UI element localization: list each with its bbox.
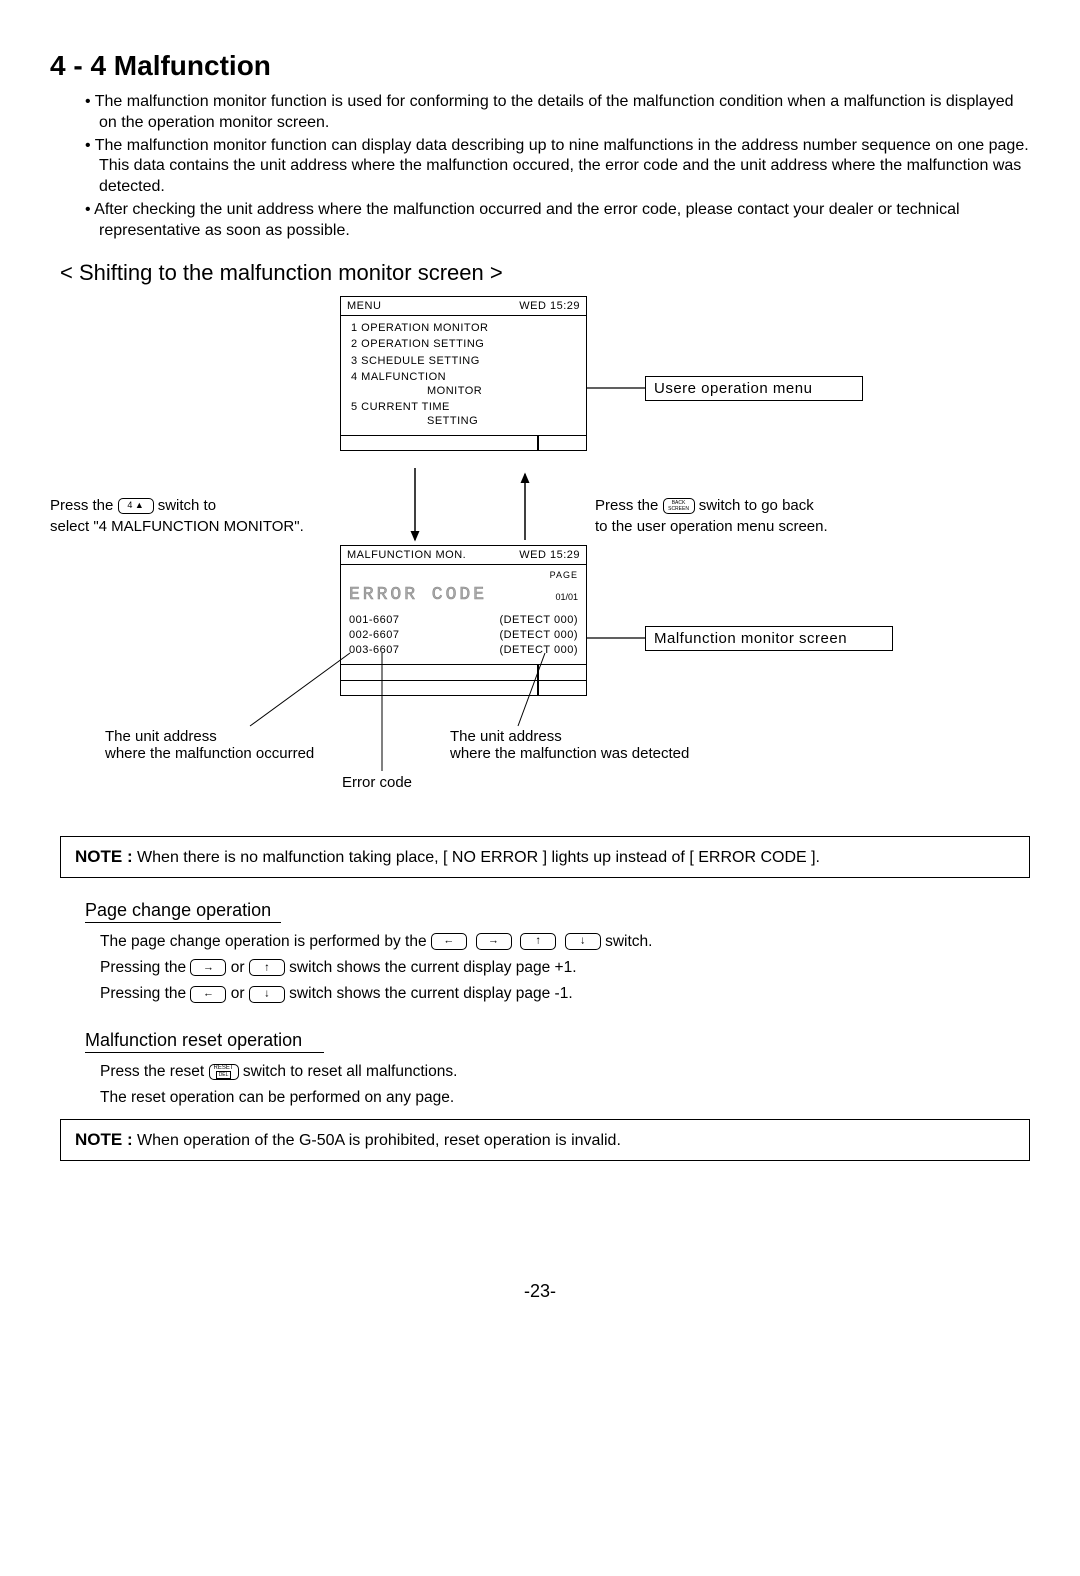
reset-title: Malfunction reset operation xyxy=(85,1030,324,1053)
rs-l1b: switch to reset all malfunctions. xyxy=(239,1063,458,1080)
mal-row-1: 001-6607 (DETECT 000) xyxy=(349,613,578,628)
mal-page-value: 01/01 xyxy=(555,591,578,603)
pc-l2a: Pressing the xyxy=(100,959,190,976)
note1-text: When there is no malfunction taking plac… xyxy=(133,849,820,866)
mal-footer xyxy=(341,664,586,695)
page-number: -23- xyxy=(50,1281,1030,1302)
mal-row-2: 002-6607 (DETECT 000) xyxy=(349,628,578,643)
page-change-title: Page change operation xyxy=(85,900,281,923)
bullet-1: • The malfunction monitor function is us… xyxy=(85,92,1030,134)
page-change-line3: Pressing the or switch shows the current… xyxy=(100,981,1030,1007)
usermenu-label-box: Usere operation menu xyxy=(645,376,863,401)
note2-bold: NOTE : xyxy=(75,1130,133,1149)
note1-bold: NOTE : xyxy=(75,847,133,866)
arrow-up-icon-2 xyxy=(249,959,285,976)
note2-text: When operation of the G-50A is prohibite… xyxy=(133,1132,621,1149)
right-instruction: Press the BACKSCREEN switch to go back t… xyxy=(595,495,905,537)
right-instr-pre: Press the xyxy=(595,497,663,514)
page-change-section: Page change operation The page change op… xyxy=(85,900,1030,1008)
reset-line2: The reset operation can be performed on … xyxy=(100,1085,1030,1111)
callout-unit-occurred: The unit address where the malfunction o… xyxy=(105,728,365,762)
rs-l1a: Press the reset xyxy=(100,1063,209,1080)
arrow-left-icon-2 xyxy=(190,986,226,1003)
malmon-label-box: Malfunction monitor screen xyxy=(645,626,893,651)
callout-error-code: Error code xyxy=(342,774,412,791)
page-change-line2: Pressing the or switch shows the current… xyxy=(100,955,1030,981)
callout-unit-detected: The unit address where the malfunction w… xyxy=(450,728,750,762)
arrow-down-icon-2 xyxy=(249,986,285,1003)
pc-l3c: switch shows the current display page -1… xyxy=(285,985,573,1002)
menu-header-left: MENU xyxy=(347,300,381,312)
arrow-left-icon xyxy=(431,933,467,950)
arrow-up-icon xyxy=(520,933,556,950)
menu-header-right: WED 15:29 xyxy=(519,300,580,312)
callout-uo-2: where the malfunction occurred xyxy=(105,745,314,762)
subheading: < Shifting to the malfunction monitor sc… xyxy=(60,260,1030,286)
menu-item-2: 2 OPERATION SETTING xyxy=(351,336,576,353)
page-title: 4 - 4 Malfunction xyxy=(50,50,1030,82)
malfunction-screen: MALFUNCTION MON. WED 15:29 PAGE ERROR CO… xyxy=(340,545,587,696)
left-instruction: Press the 4 ▲ switch to select "4 MALFUN… xyxy=(50,495,330,537)
mal-addr-2: 002-6607 xyxy=(349,628,400,643)
right-instr-post: switch to go back xyxy=(695,497,814,514)
bullet-2: • The malfunction monitor function can d… xyxy=(85,136,1030,198)
mal-header-left: MALFUNCTION MON. xyxy=(347,549,466,561)
pc-l1b: switch. xyxy=(601,933,653,950)
callout-uo-1: The unit address xyxy=(105,728,217,745)
left-instr-pre: Press the xyxy=(50,497,118,514)
arrow-right-icon xyxy=(476,933,512,950)
pc-l3a: Pressing the xyxy=(100,985,190,1002)
error-code-label: ERROR CODE xyxy=(349,583,487,607)
bullet-3: • After checking the unit address where … xyxy=(85,200,1030,242)
mal-detect-1: (DETECT 000) xyxy=(499,613,578,628)
mal-addr-3: 003-6607 xyxy=(349,643,400,658)
menu-item-3: 3 SCHEDULE SETTING xyxy=(351,353,576,370)
mal-row-3: 003-6607 (DETECT 000) xyxy=(349,643,578,658)
page-change-line1: The page change operation is performed b… xyxy=(100,929,1030,955)
reset-key-icon: RESETDEL xyxy=(209,1064,239,1080)
intro-bullets: • The malfunction monitor function is us… xyxy=(85,92,1030,242)
note-1: NOTE : When there is no malfunction taki… xyxy=(60,836,1030,878)
right-instr-line2: to the user operation menu screen. xyxy=(595,518,828,535)
pc-l2b: or xyxy=(226,959,248,976)
mal-page-label: PAGE xyxy=(550,570,578,580)
reset-section: Malfunction reset operation Press the re… xyxy=(85,1030,1030,1112)
mal-header-right: WED 15:29 xyxy=(519,549,580,561)
left-instr-line2: select "4 MALFUNCTION MONITOR". xyxy=(50,518,304,535)
menu-item-1: 1 OPERATION MONITOR xyxy=(351,320,576,337)
mal-detect-3: (DETECT 000) xyxy=(499,643,578,658)
pc-l2c: switch shows the current display page +1… xyxy=(285,959,577,976)
left-instr-post: switch to xyxy=(154,497,217,514)
arrow-down-icon xyxy=(565,933,601,950)
pc-l1a: The page change operation is performed b… xyxy=(100,933,431,950)
callout-ud-2: where the malfunction was detected xyxy=(450,745,689,762)
mal-addr-1: 001-6607 xyxy=(349,613,400,628)
diagram: MENU WED 15:29 1 OPERATION MONITOR 2 OPE… xyxy=(50,296,1030,826)
key-back-icon: BACKSCREEN xyxy=(663,498,695,514)
menu-footer xyxy=(341,435,586,450)
pc-l3b: or xyxy=(226,985,248,1002)
menu-screen: MENU WED 15:29 1 OPERATION MONITOR 2 OPE… xyxy=(340,296,587,452)
key-4-up-icon: 4 ▲ xyxy=(118,498,154,514)
arrow-right-icon-2 xyxy=(190,959,226,976)
mal-detect-2: (DETECT 000) xyxy=(499,628,578,643)
reset-line1: Press the reset RESETDEL switch to reset… xyxy=(100,1059,1030,1085)
callout-ud-1: The unit address xyxy=(450,728,562,745)
note-2: NOTE : When operation of the G-50A is pr… xyxy=(60,1119,1030,1161)
